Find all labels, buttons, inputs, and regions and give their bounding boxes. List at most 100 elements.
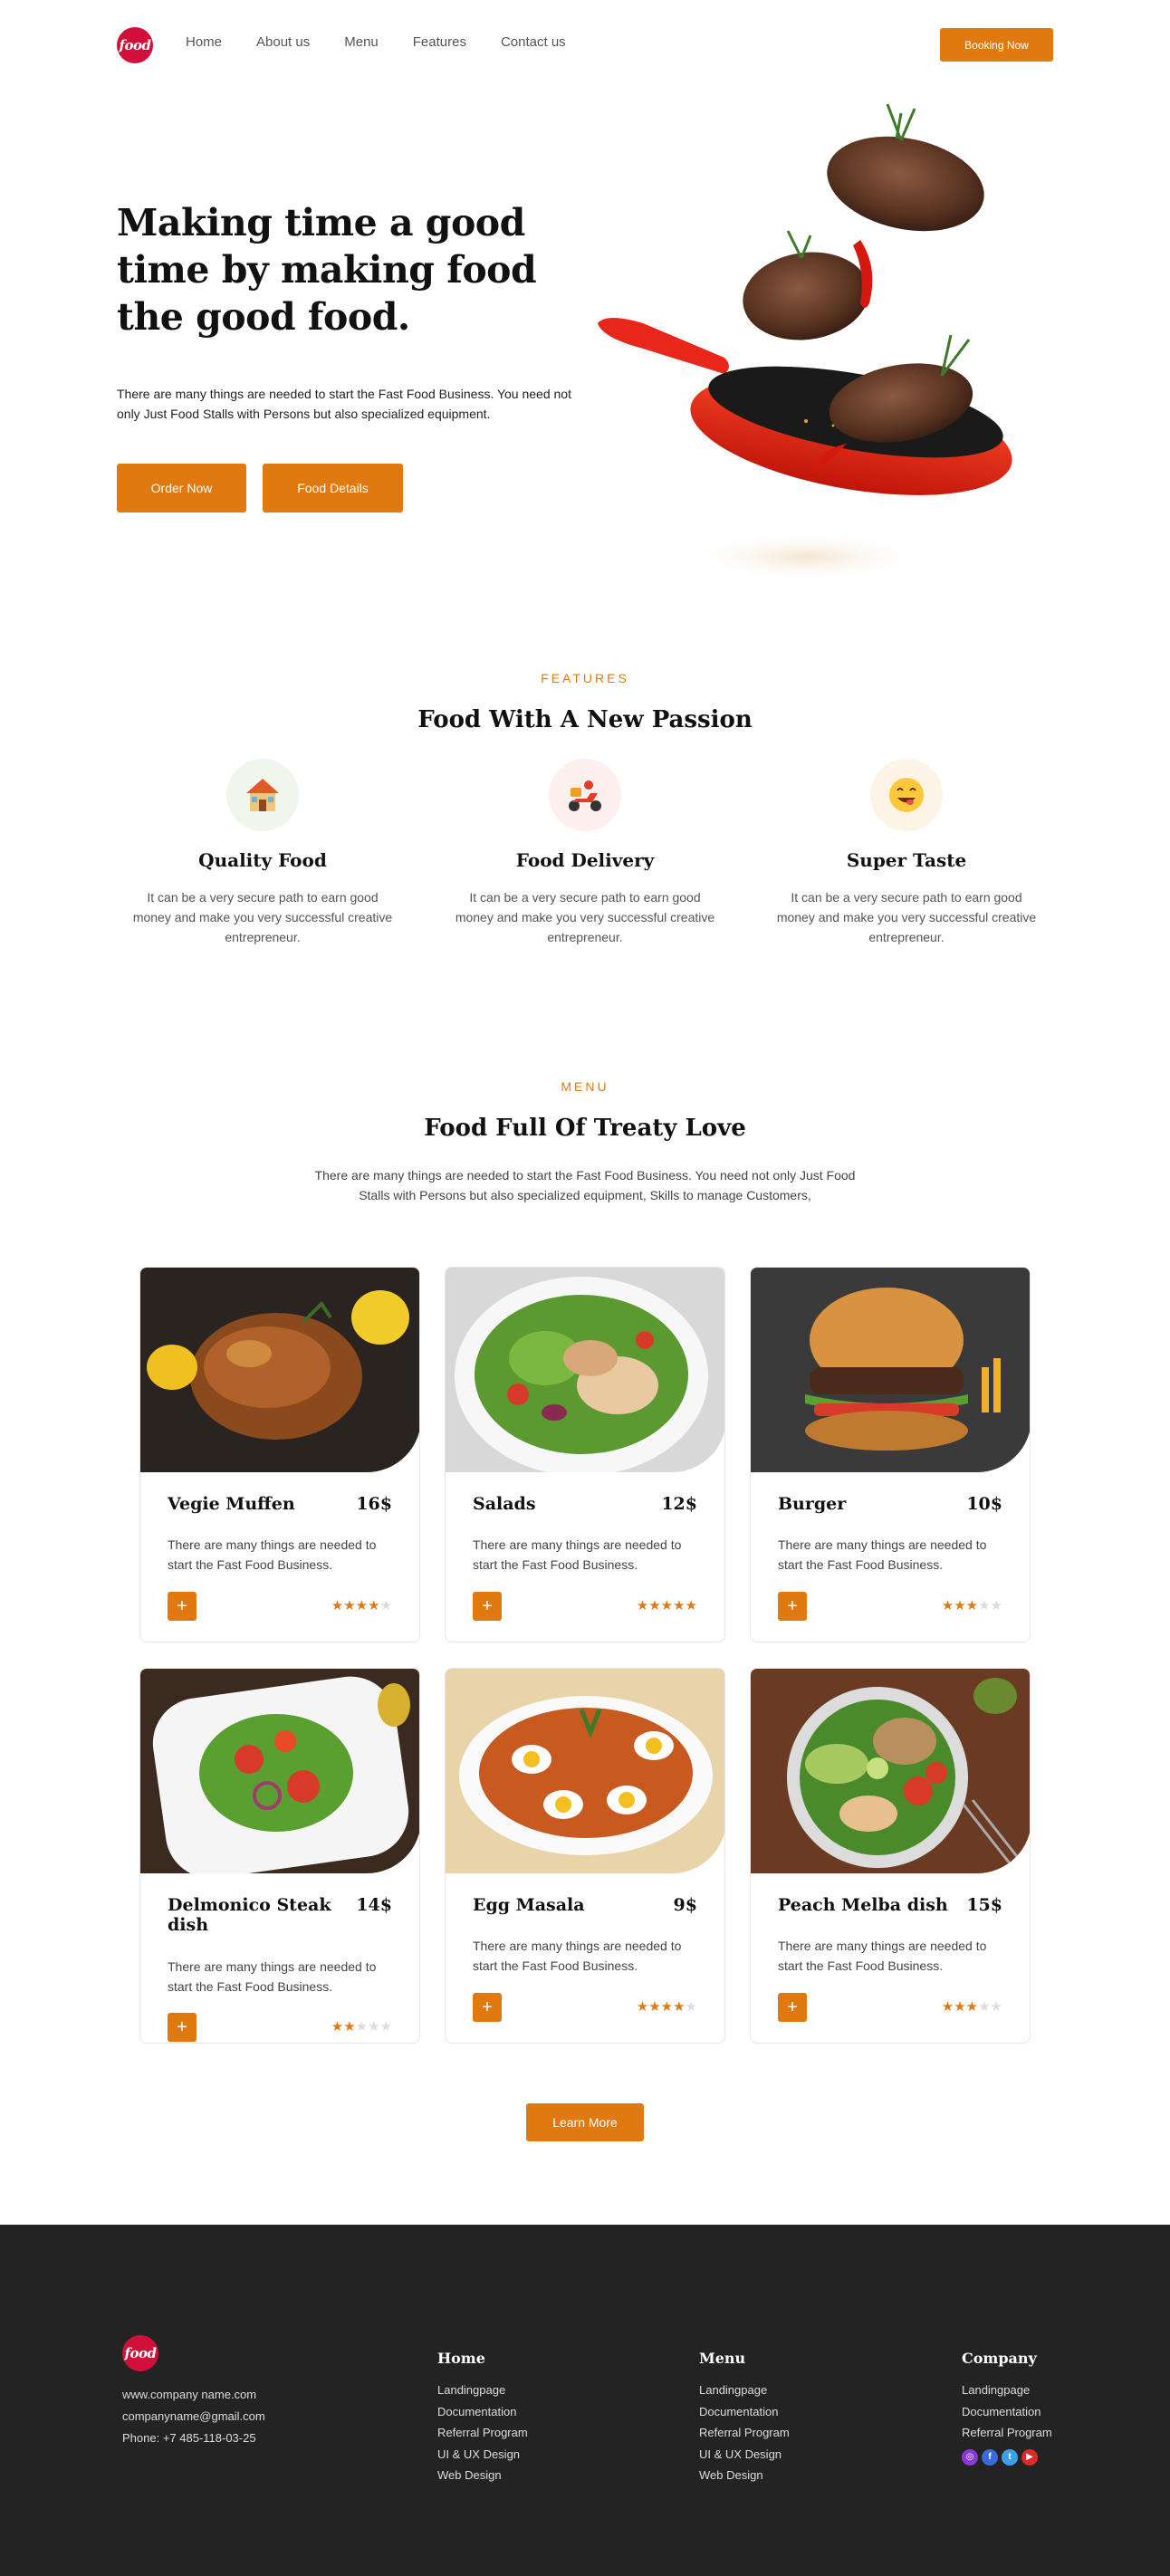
- footer-email[interactable]: companyname@gmail.com: [122, 2406, 265, 2428]
- star-filled-icon: ★: [636, 1999, 649, 2015]
- footer-link[interactable]: Referral Program: [962, 2422, 1052, 2444]
- feature-text: It can be a very secure path to earn goo…: [132, 890, 393, 944]
- instagram-icon[interactable]: ◎: [962, 2448, 978, 2466]
- menu-title: Food Full Of Treaty Love: [424, 1115, 746, 1142]
- menu-card-burger[interactable]: Burger 10$ There are many things are nee…: [750, 1267, 1031, 1642]
- star-filled-icon: ★: [941, 1598, 954, 1614]
- menu-card-salads[interactable]: Salads 12$ There are many things are nee…: [445, 1267, 725, 1642]
- footer-link[interactable]: Documentation: [962, 2401, 1052, 2423]
- card-title: Vegie Muffen: [168, 1494, 295, 1514]
- footer-link[interactable]: Landingpage: [699, 2380, 790, 2401]
- star-empty-icon: ★: [355, 2019, 369, 2035]
- footer-col-title: Company: [962, 2350, 1037, 2367]
- star-filled-icon: ★: [965, 1598, 979, 1614]
- nav-links: Home About us Menu Features Contact us: [186, 34, 600, 50]
- card-description: There are many things are needed to star…: [473, 1537, 682, 1572]
- star-empty-icon: ★: [990, 1999, 1002, 2015]
- menu-subtitle: There are many things are needed to star…: [314, 1168, 856, 1202]
- nav-contact[interactable]: Contact us: [501, 34, 566, 50]
- menu-card-egg-masala[interactable]: Egg Masala 9$ There are many things are …: [445, 1668, 725, 2044]
- star-empty-icon: ★: [990, 1598, 1002, 1614]
- star-filled-icon: ★: [673, 1999, 686, 2015]
- scooter-icon: [549, 759, 621, 831]
- card-price: 15$: [966, 1895, 1002, 1915]
- feature-super-taste: Super Taste It can be a very secure path…: [762, 759, 1051, 947]
- menu-card-peach-melba[interactable]: Peach Melba dish 15$ There are many thin…: [750, 1668, 1031, 2044]
- food-logo[interactable]: food: [117, 27, 153, 63]
- card-title: Peach Melba dish: [778, 1895, 948, 1915]
- twitter-icon[interactable]: t: [1002, 2448, 1018, 2466]
- roast-chicken-image: [140, 1268, 419, 1472]
- add-to-cart-button[interactable]: +: [778, 1993, 807, 2022]
- footer: food www.company name.com companyname@gm…: [0, 2225, 1170, 2576]
- footer-link[interactable]: Web Design: [437, 2465, 528, 2486]
- card-price: 12$: [661, 1494, 697, 1514]
- nav-home[interactable]: Home: [186, 34, 222, 50]
- footer-link[interactable]: Documentation: [699, 2401, 790, 2423]
- add-to-cart-button[interactable]: +: [778, 1592, 807, 1621]
- footer-link[interactable]: Landingpage: [962, 2380, 1052, 2401]
- add-to-cart-button[interactable]: +: [473, 1592, 502, 1621]
- footer-logo[interactable]: food: [122, 2335, 158, 2371]
- hero-text: There are many things are needed to star…: [117, 387, 571, 421]
- feature-food-delivery: Food Delivery It can be a very secure pa…: [440, 759, 730, 947]
- food-details-button[interactable]: Food Details: [263, 464, 403, 512]
- footer-website[interactable]: www.company name.com: [122, 2384, 265, 2406]
- star-filled-icon: ★: [685, 1598, 697, 1614]
- star-filled-icon: ★: [673, 1598, 686, 1614]
- features-title: Food With A New Passion: [417, 706, 753, 733]
- learn-more-button[interactable]: Learn More: [526, 2103, 644, 2141]
- footer-link[interactable]: Documentation: [437, 2401, 528, 2423]
- footer-col-menu: Menu Landingpage Documentation Referral …: [699, 2350, 790, 2486]
- footer-link[interactable]: Referral Program: [699, 2422, 790, 2444]
- order-now-button[interactable]: Order Now: [117, 464, 246, 512]
- footer-link[interactable]: Landingpage: [437, 2380, 528, 2401]
- card-description: There are many things are needed to star…: [778, 1537, 987, 1572]
- star-empty-icon: ★: [978, 1598, 991, 1614]
- feature-quality-food: Quality Food It can be a very secure pat…: [118, 759, 408, 947]
- buddha-bowl-image: [751, 1669, 1030, 1873]
- star-filled-icon: ★: [331, 2019, 344, 2035]
- footer-link[interactable]: UI & UX Design: [699, 2444, 790, 2466]
- nav-features[interactable]: Features: [413, 34, 466, 50]
- nav-about[interactable]: About us: [256, 34, 310, 50]
- rating-stars: ★★★★★: [331, 2018, 392, 2035]
- footer-col-home: Home Landingpage Documentation Referral …: [437, 2350, 528, 2486]
- yum-face-icon: [870, 759, 943, 831]
- booking-button[interactable]: Booking Now: [940, 28, 1053, 62]
- card-description: There are many things are needed to star…: [168, 1959, 377, 1994]
- nav-menu[interactable]: Menu: [344, 34, 379, 50]
- facebook-icon[interactable]: f: [982, 2448, 998, 2466]
- star-filled-icon: ★: [636, 1598, 649, 1614]
- menu-card-vegie-muffen[interactable]: Vegie Muffen 16$ There are many things a…: [139, 1267, 420, 1642]
- menu-eyebrow: MENU: [561, 1079, 609, 1094]
- card-price: 9$: [673, 1895, 697, 1915]
- house-icon: [226, 759, 299, 831]
- card-price: 14$: [356, 1895, 392, 1915]
- star-filled-icon: ★: [660, 1598, 674, 1614]
- card-title: Salads: [473, 1494, 536, 1514]
- youtube-icon[interactable]: ▶: [1021, 2448, 1038, 2466]
- footer-link[interactable]: Web Design: [699, 2465, 790, 2486]
- star-empty-icon: ★: [978, 1999, 991, 2015]
- add-to-cart-button[interactable]: +: [168, 2013, 197, 2042]
- card-description: There are many things are needed to star…: [168, 1537, 377, 1572]
- top-nav: food Home About us Menu Features Contact…: [0, 0, 1170, 91]
- egg-masala-image: [446, 1669, 724, 1873]
- card-title: Egg Masala: [473, 1895, 585, 1915]
- star-filled-icon: ★: [965, 1999, 979, 2015]
- star-filled-icon: ★: [660, 1999, 674, 2015]
- menu-card-delmonico-steak[interactable]: Delmonico Steak dish 14$ There are many …: [139, 1668, 420, 2044]
- star-filled-icon: ★: [941, 1999, 954, 2015]
- star-empty-icon: ★: [379, 1598, 392, 1614]
- card-description: There are many things are needed to star…: [778, 1939, 987, 1973]
- add-to-cart-button[interactable]: +: [473, 1993, 502, 2022]
- feature-text: It can be a very secure path to earn goo…: [776, 890, 1037, 944]
- footer-contact: www.company name.com companyname@gmail.c…: [122, 2384, 265, 2449]
- footer-link[interactable]: Referral Program: [437, 2422, 528, 2444]
- rating-stars: ★★★★★: [942, 1597, 1002, 1614]
- footer-link[interactable]: UI & UX Design: [437, 2444, 528, 2466]
- add-to-cart-button[interactable]: +: [168, 1592, 197, 1621]
- star-filled-icon: ★: [355, 1598, 369, 1614]
- star-filled-icon: ★: [954, 1598, 966, 1614]
